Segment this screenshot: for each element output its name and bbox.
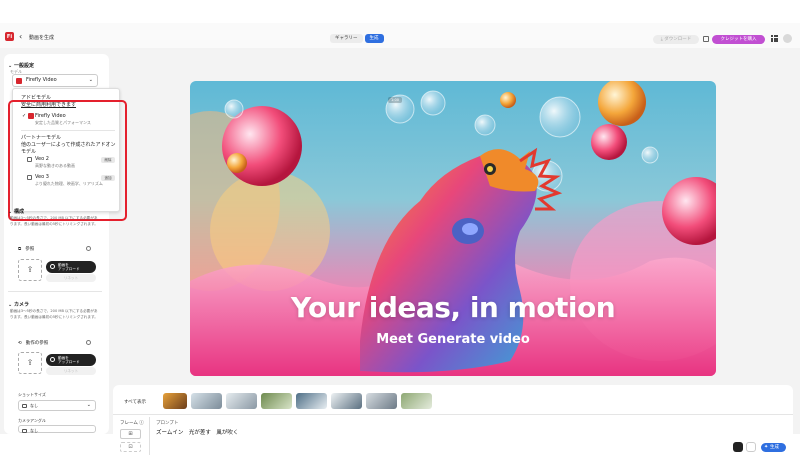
mode-tabs: ギャラリー 生成 (330, 34, 384, 43)
timer-badge: 1:00 (388, 97, 403, 103)
camera-angle-select[interactable]: なし (18, 425, 96, 433)
shot-size-select[interactable]: なし ⌄ (18, 400, 96, 411)
camera-icon (22, 428, 27, 433)
composition-label: 構成 (13, 209, 24, 215)
upload-video-button[interactable]: 動画を アップロード (46, 261, 96, 273)
reference-icon: ⧉ (18, 247, 22, 252)
hero-title: Your ideas, in motion (290, 291, 616, 324)
upload-dropzone[interactable]: ⇪ (18, 259, 42, 281)
feedback-icon[interactable] (703, 36, 709, 42)
page-title: 動画を生成 (29, 35, 55, 41)
generate-label: 生成 (770, 445, 779, 450)
model-select[interactable]: Firefly Video ⌄ (12, 74, 98, 87)
frame-label-text: フレーム (120, 421, 138, 426)
top-bar: Fi ‹ 動画を生成 ギャラリー 生成 ⤓ ダウンロード クレジットを購入 (0, 23, 800, 48)
highlight-box (8, 100, 127, 221)
prompt-label: プロンプト (156, 421, 179, 426)
firefly-model-icon (16, 78, 22, 84)
motion-ref-label: 動作の参照 (25, 341, 49, 346)
upload-dropzone[interactable]: ⇪ (18, 352, 42, 374)
camera-angle-value: なし (30, 428, 38, 433)
general-settings-heading[interactable]: ⌄ 一般設定 (8, 62, 34, 69)
thumbnail[interactable] (163, 393, 187, 409)
camera-label: カメラ (13, 302, 29, 308)
buy-credits-button[interactable]: クレジットを購入 (712, 35, 765, 44)
shot-size-value: なし (30, 403, 38, 408)
divider (113, 414, 793, 415)
shot-size-label: ショットサイズ (18, 392, 46, 397)
motion-ref-row: ⟲ 動作の参照 (18, 340, 91, 346)
thumbnail[interactable] (226, 393, 257, 409)
reference-row: ⧉ 参照 (18, 246, 91, 252)
model-select-value: Firefly Video (26, 77, 57, 83)
reference-label: 参照 (25, 247, 35, 252)
thumbnail[interactable] (191, 393, 222, 409)
firefly-logo: Fi (5, 32, 14, 41)
see-all-link[interactable]: すべて表示 (124, 399, 146, 405)
avatar[interactable] (783, 34, 792, 43)
tab-gallery[interactable]: ギャラリー (330, 34, 363, 43)
upload-icon (50, 357, 55, 362)
chevron-down-icon: ⌄ (88, 77, 93, 83)
back-icon[interactable]: ‹ (19, 32, 22, 41)
sample-thumbnails (163, 393, 432, 409)
motion-icon: ⟲ (18, 340, 22, 346)
camera-heading[interactable]: ⌄ カメラ (8, 301, 29, 308)
divider (8, 291, 102, 292)
camera-angle-label: カメラアングル (18, 418, 46, 423)
upload-label: 動画を アップロード (58, 355, 80, 365)
apps-grid-icon[interactable] (771, 35, 778, 42)
style-icon[interactable] (733, 442, 743, 452)
disabled-button[interactable]: リネット (46, 274, 96, 282)
info-icon[interactable] (86, 246, 91, 251)
divider (149, 417, 150, 455)
download-button[interactable]: ⤓ ダウンロード (653, 35, 699, 44)
settings-icon[interactable] (746, 442, 756, 452)
hero-subtitle: Meet Generate video (376, 332, 530, 347)
app-window: Fi ‹ 動画を生成 ギャラリー 生成 ⤓ ダウンロード クレジットを購入 ⌄ … (0, 23, 800, 457)
prompt-input[interactable]: ズームイン 光が差す 風が吹く (156, 428, 238, 436)
frame-label: フレーム ⓘ (120, 421, 144, 426)
add-end-frame-button[interactable]: ⊡ (120, 442, 141, 452)
chevron-down-icon: ⌄ (86, 402, 91, 408)
composition-heading[interactable]: ⌄ 構成 (8, 208, 24, 215)
thumbnail[interactable] (401, 393, 432, 409)
sparkle-icon: ✦ (764, 444, 769, 450)
camera-icon (22, 403, 27, 408)
disabled-button[interactable]: リネット (46, 367, 96, 375)
thumbnail[interactable] (261, 393, 292, 409)
upload-video-button[interactable]: 動画を アップロード (46, 354, 96, 366)
upload-label: 動画を アップロード (58, 262, 80, 272)
thumbnail[interactable] (366, 393, 397, 409)
generate-button[interactable]: ✦ 生成 (761, 443, 786, 452)
thumbnail[interactable] (296, 393, 327, 409)
composition-desc: 動画は3〜5秒の長さで、200 MB 以下にする必要があります。長い動画は最初の… (10, 216, 98, 226)
upload-icon (50, 264, 55, 269)
camera-desc: 動画は3〜5秒の長さで、200 MB 以下にする必要があります。長い動画は最初の… (10, 309, 98, 319)
thumbnail[interactable] (331, 393, 362, 409)
add-frame-button[interactable]: ⊞ (120, 429, 141, 439)
info-icon[interactable] (86, 340, 91, 345)
hero-banner: 1:00 Your ideas, in motion Meet Generate… (190, 81, 716, 376)
tab-generate[interactable]: 生成 (364, 34, 384, 43)
